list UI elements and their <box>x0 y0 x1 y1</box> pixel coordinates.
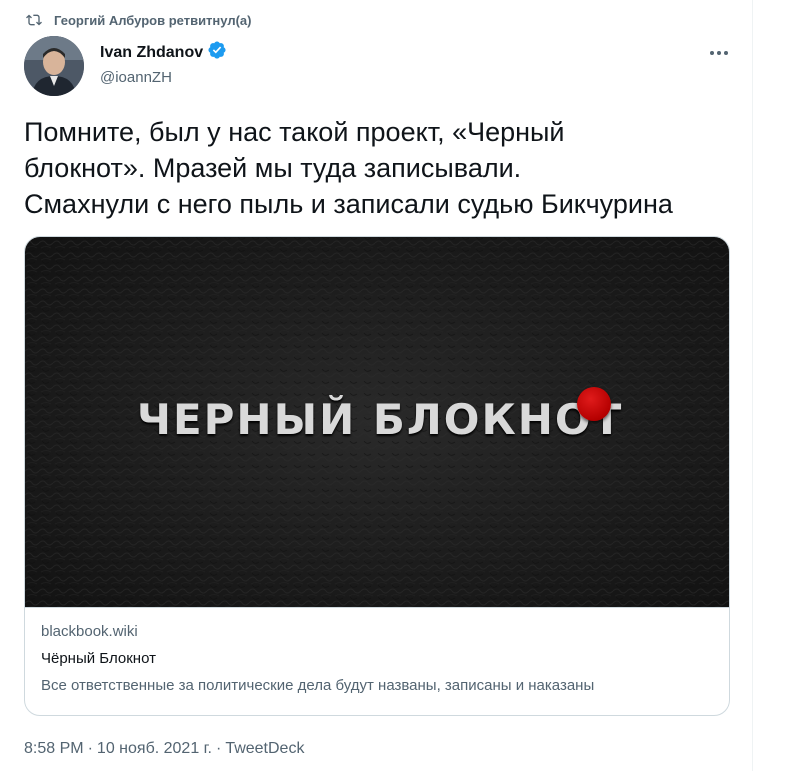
meta-separator: · <box>215 740 222 757</box>
link-card[interactable]: ЧЕРНЫЙ БЛОКНОТ blackbook.wiki Чёрный Бло… <box>24 236 730 716</box>
author-handle[interactable]: @ioannZH <box>100 69 227 86</box>
card-brand-text: ЧЕРНЫЙ БЛОКНОТ <box>137 395 624 444</box>
tweet-date-link[interactable]: 10 нояб. 2021 г. <box>97 740 212 758</box>
tweet-detail: Георгий Албуров ретвитнул(а) Ivan Zhdano… <box>0 0 753 771</box>
link-card-body: blackbook.wiki Чёрный Блокнот Все ответс… <box>41 622 721 696</box>
retweet-label: Георгий Албуров ретвитнул(а) <box>54 12 252 28</box>
retweet-context[interactable]: Георгий Албуров ретвитнул(а) <box>24 10 251 30</box>
more-options-button[interactable] <box>702 40 736 64</box>
card-domain: blackbook.wiki <box>41 623 138 640</box>
author-block: Ivan Zhdanov @ioannZH <box>100 40 227 86</box>
tweet-meta: 8:58 PM · 10 нояб. 2021 г. · TweetDeck <box>24 740 304 758</box>
verified-badge-icon <box>207 40 227 65</box>
tweet-time-link[interactable]: 8:58 PM <box>24 740 84 758</box>
card-title: Чёрный Блокнот <box>41 650 156 667</box>
brand-red-dot <box>577 387 611 421</box>
retweet-icon <box>24 11 44 29</box>
tweet-text: Помните, был у нас такой проект, «Черный… <box>24 117 673 219</box>
meta-separator: · <box>87 740 93 757</box>
card-description: Все ответственные за политические дела б… <box>41 677 595 694</box>
author-avatar[interactable] <box>24 36 84 96</box>
tweet-source-link[interactable]: TweetDeck <box>225 740 304 758</box>
more-dots-icon <box>709 43 729 61</box>
author-name[interactable]: Ivan Zhdanov <box>100 44 203 62</box>
link-card-image: ЧЕРНЫЙ БЛОКНОТ <box>25 237 729 608</box>
